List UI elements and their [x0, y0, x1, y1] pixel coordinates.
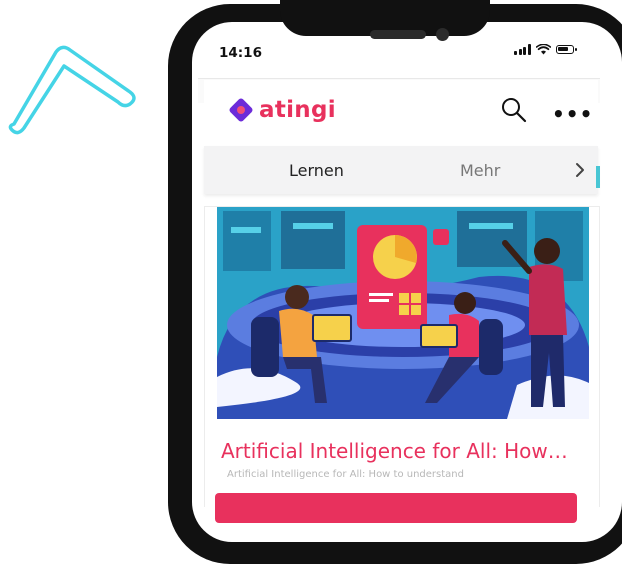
speaker-grille — [370, 30, 426, 39]
course-title[interactable]: Artificial Intelligence for All: How… — [221, 439, 568, 463]
atingi-logo-icon — [228, 97, 254, 123]
tab-lernen[interactable]: Lernen — [289, 161, 344, 180]
course-subtitle: Artificial Intelligence for All: How to … — [227, 469, 464, 480]
course-card[interactable]: Artificial Intelligence for All: How… Ar… — [204, 206, 600, 523]
wifi-icon — [535, 44, 551, 55]
enroll-button[interactable] — [215, 493, 577, 523]
boomerang-decoration — [8, 45, 136, 135]
tab-bar: Lernen Mehr — [204, 146, 598, 194]
status-icons — [514, 44, 577, 55]
front-camera — [436, 28, 449, 41]
edge-accent — [596, 166, 600, 188]
chevron-right-icon[interactable] — [574, 161, 586, 179]
course-illustration — [217, 207, 589, 419]
battery-icon — [555, 45, 577, 54]
more-menu-button[interactable]: ••• — [552, 102, 593, 126]
atingi-logo[interactable]: atingi — [228, 97, 336, 123]
brand-name: atingi — [259, 97, 336, 123]
signal-icon — [514, 44, 531, 55]
app-header: atingi ••• — [204, 80, 598, 146]
tab-mehr[interactable]: Mehr — [460, 161, 500, 180]
search-icon[interactable] — [500, 96, 528, 124]
status-time: 14:16 — [219, 45, 262, 61]
